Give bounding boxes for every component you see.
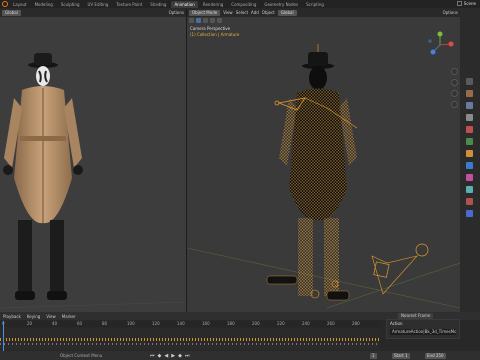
- tab-compositing[interactable]: Compositing: [228, 1, 259, 8]
- keying-menu[interactable]: Keying: [27, 314, 40, 319]
- tab-modeling[interactable]: Modeling: [32, 1, 56, 8]
- playback-controls: Object Context Menu ⏮ ◆ ◀ ▶ ◆ ⏭ 1 Start …: [0, 351, 480, 360]
- view-menu[interactable]: View: [46, 314, 56, 319]
- view-layer-icon[interactable]: [466, 114, 473, 121]
- ruler-tick-label: 200: [252, 321, 260, 326]
- keyframe-track[interactable]: [0, 328, 380, 350]
- ruler-tick-label: 20: [27, 321, 33, 326]
- ruler-tick-label: 180: [227, 321, 235, 326]
- ruler-tick-label: 60: [77, 321, 83, 326]
- action-panel-title: Action: [390, 321, 403, 326]
- jump-end-icon[interactable]: ⏭: [185, 353, 190, 359]
- 3d-viewport[interactable]: Object Mode View Select Add Object Globa…: [187, 8, 460, 312]
- camera-view-icon[interactable]: [451, 90, 458, 97]
- tab-texture-paint[interactable]: Texture Paint: [113, 1, 145, 8]
- tab-uv-editing[interactable]: UV Editing: [85, 1, 112, 8]
- action-panel: Action ArmatureAction|Bk_3d_TimesMotion: [386, 319, 460, 339]
- marker-menu[interactable]: Marker: [62, 314, 76, 319]
- top-menu-bar: Layout Modeling Sculpting UV Editing Tex…: [0, 0, 480, 8]
- playback-menu[interactable]: Playback: [3, 314, 21, 319]
- ruler-tick-label: 280: [352, 321, 360, 326]
- play-reverse-icon[interactable]: ◀: [164, 353, 168, 359]
- tab-sculpting[interactable]: Sculpting: [58, 1, 83, 8]
- ruler-tick-label: 100: [127, 321, 135, 326]
- action-name-field[interactable]: ArmatureAction|Bk_3d_TimesMotion: [390, 329, 456, 335]
- scene-icon: [456, 1, 462, 6]
- status-hint: Object Context Menu: [60, 353, 103, 358]
- tab-geometry-nodes[interactable]: Geometry Nodes: [261, 1, 301, 8]
- grid-perspective-icon[interactable]: [451, 101, 458, 108]
- tab-scripting[interactable]: Scripting: [303, 1, 327, 8]
- ruler-tick-label: 80: [102, 321, 108, 326]
- ruler-tick-label: 240: [302, 321, 310, 326]
- textured-character: [0, 53, 186, 309]
- jump-start-icon[interactable]: ⏮: [150, 353, 155, 359]
- scene-properties-icon[interactable]: [466, 126, 473, 133]
- keyframes-summary[interactable]: [0, 338, 380, 341]
- transport-buttons: ⏮ ◆ ◀ ▶ ◆ ⏭: [150, 353, 189, 359]
- constraints-properties-icon[interactable]: [466, 198, 473, 205]
- blender-logo-icon[interactable]: [2, 1, 8, 7]
- scene-selector[interactable]: Scene: [456, 1, 476, 6]
- tool-properties-icon[interactable]: [466, 78, 473, 85]
- end-label: End: [427, 352, 435, 358]
- tab-layout[interactable]: Layout: [10, 1, 30, 8]
- ruler-tick-label: 220: [277, 321, 285, 326]
- zoom-icon[interactable]: [451, 68, 458, 75]
- ruler-tick-label: 40: [52, 321, 58, 326]
- end-frame-field[interactable]: End 250: [425, 352, 446, 359]
- pan-hand-icon[interactable]: [451, 79, 458, 86]
- data-properties-icon[interactable]: [466, 210, 473, 217]
- scene-label: Scene: [463, 1, 476, 6]
- end-value: 250: [435, 352, 444, 358]
- ruler-tick-label: 140: [177, 321, 185, 326]
- current-frame-field[interactable]: 1: [370, 352, 377, 359]
- particles-properties-icon[interactable]: [466, 174, 473, 181]
- viewport-nav-tools: [451, 68, 458, 108]
- world-properties-icon[interactable]: [466, 138, 473, 145]
- start-value: 1: [405, 352, 408, 358]
- physics-properties-icon[interactable]: [466, 186, 473, 193]
- prev-keyframe-icon[interactable]: ◆: [158, 353, 162, 359]
- ruler-tick-label: 260: [327, 321, 335, 326]
- start-frame-field[interactable]: Start 1: [392, 352, 410, 359]
- start-label: Start: [394, 352, 404, 358]
- next-keyframe-icon[interactable]: ◆: [178, 353, 182, 359]
- modifier-properties-icon[interactable]: [466, 162, 473, 169]
- output-properties-icon[interactable]: [466, 102, 473, 109]
- ruler-tick-label: 120: [152, 321, 160, 326]
- ruler-tick-label: 160: [202, 321, 210, 326]
- keyframes-channel[interactable]: [0, 343, 380, 345]
- properties-tabs: [460, 8, 480, 312]
- frame-ruler[interactable]: 0 20 40 60 80 100 120 140 160 180 200 22…: [0, 321, 380, 327]
- render-properties-icon[interactable]: [466, 90, 473, 97]
- tab-shading[interactable]: Shading: [147, 1, 169, 8]
- rig-wireframe: [187, 31, 460, 309]
- navigation-gizmo[interactable]: [428, 31, 454, 55]
- camera-preview-viewport[interactable]: Global Options: [0, 8, 186, 312]
- playhead[interactable]: [3, 321, 4, 351]
- object-properties-icon[interactable]: [466, 150, 473, 157]
- tab-rendering[interactable]: Rendering: [200, 1, 226, 8]
- tab-animation[interactable]: Animation: [171, 0, 198, 8]
- play-icon[interactable]: ▶: [171, 353, 175, 359]
